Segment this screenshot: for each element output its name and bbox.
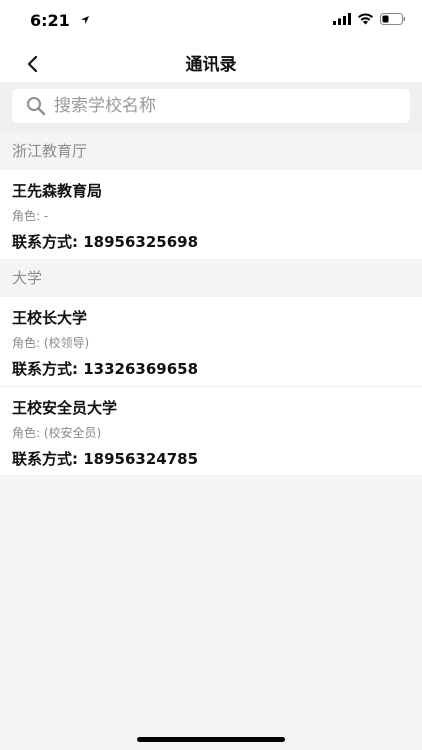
contact-name: 王先森教育局: [12, 182, 103, 200]
search-bar: [0, 82, 422, 132]
contact-name: 王校安全员大学: [12, 399, 118, 417]
contact-role: 角色: -: [12, 209, 49, 223]
contact-list: 浙江教育厅 王先森教育局 角色: - 联系方式: 18956325698 大学 …: [0, 132, 422, 475]
search-box[interactable]: [12, 89, 410, 123]
wifi-icon: [358, 13, 373, 25]
status-indicators: [333, 13, 406, 25]
status-time: 6:21: [30, 11, 70, 30]
navigation-bar: 通讯录: [0, 44, 422, 82]
battery-icon: [380, 13, 406, 25]
section-header-university: 大学: [0, 259, 422, 297]
page-title: 通讯录: [185, 55, 237, 75]
contact-phone: 联系方式: 13326369658: [12, 360, 199, 378]
contact-item[interactable]: 王先森教育局 角色: - 联系方式: 18956325698: [0, 170, 422, 259]
contact-item[interactable]: 王校安全员大学 角色: (校安全员) 联系方式: 18956324785: [0, 386, 422, 475]
search-icon: [27, 97, 46, 116]
contact-role: 角色: (校领导): [12, 336, 90, 350]
contact-phone: 联系方式: 18956325698: [12, 233, 199, 251]
signal-icon: [333, 13, 351, 25]
status-bar: 6:21: [0, 0, 422, 44]
contact-role: 角色: (校安全员): [12, 426, 102, 440]
search-input[interactable]: [54, 96, 354, 116]
contact-phone: 联系方式: 18956324785: [12, 450, 199, 468]
location-arrow-icon: [81, 16, 89, 24]
home-indicator[interactable]: [137, 737, 285, 742]
contact-name: 王校长大学: [12, 309, 88, 327]
section-header-zhejiang: 浙江教育厅: [0, 132, 422, 170]
contact-item[interactable]: 王校长大学 角色: (校领导) 联系方式: 13326369658: [0, 297, 422, 386]
